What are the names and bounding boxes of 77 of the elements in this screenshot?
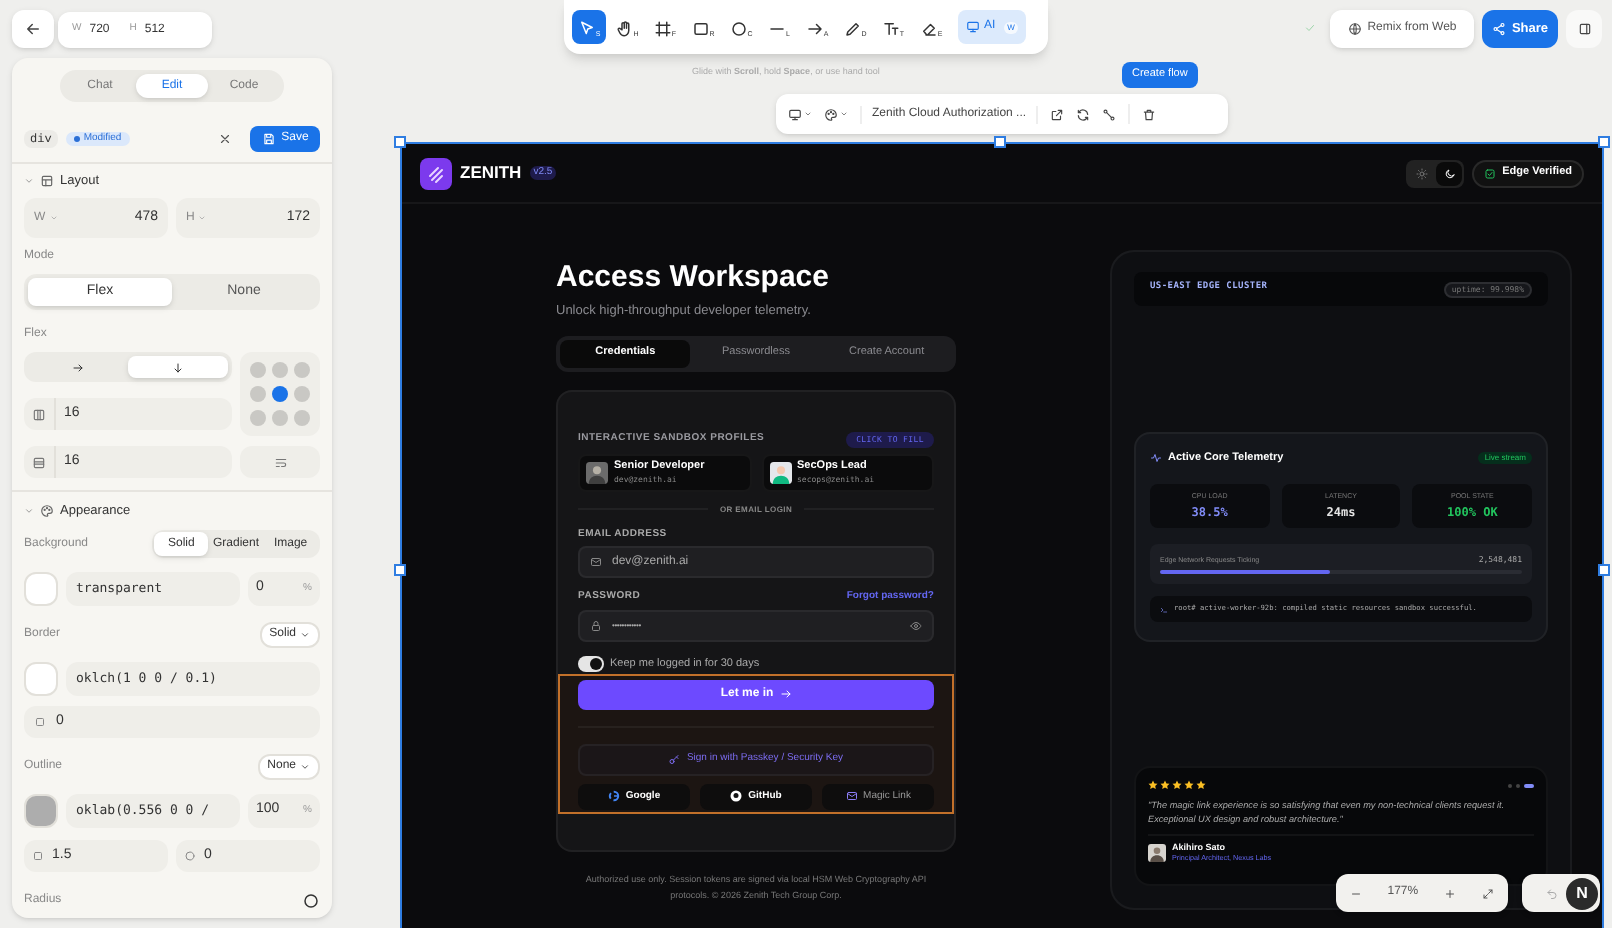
row-gap-icon [32,455,46,469]
shield-check-icon [1484,167,1497,179]
resize-handle[interactable] [994,136,1006,148]
pen-icon [843,20,862,38]
circle-icon [184,850,196,862]
key-icon [668,753,681,766]
refresh-icon [1076,107,1091,121]
rect-icon [691,20,710,38]
status-dot-icon [73,136,80,142]
check-icon [1304,22,1316,34]
eye-icon [910,619,922,631]
chevron-down-icon [24,176,34,186]
arrow-right-icon [72,361,84,373]
share-icon [1491,22,1506,36]
eraser-icon [919,20,938,38]
logo-icon [420,157,452,189]
avatar-icon [769,461,791,483]
ellipse-icon [729,20,748,38]
moon-icon [1443,167,1456,179]
arrow-down-icon [172,361,184,373]
resize-handle[interactable] [394,136,406,148]
remember-toggle[interactable] [578,655,604,672]
column-gap-icon [32,407,46,421]
user-avatar[interactable]: N [1566,877,1598,909]
zoom-in-icon [1444,887,1457,899]
back-arrow-icon [24,20,42,38]
chevron-down-icon [24,506,34,516]
arrow-icon [805,20,824,38]
fit-screen-icon [1482,887,1495,899]
resize-handle[interactable] [1598,136,1610,148]
color-swatch[interactable] [24,794,58,828]
terminal-prompt-icon [1160,605,1168,614]
square-icon [34,716,46,728]
github-icon [730,790,743,803]
page-title: Access Workspace [556,260,831,298]
mail-icon [845,790,858,803]
resize-handle[interactable] [1598,564,1610,576]
undo-icon [1546,887,1558,899]
wrap-icon [273,455,287,469]
chevron-down-icon [300,762,310,772]
frame-icon [653,20,672,38]
globe-icon [1347,22,1362,36]
wrap-button[interactable] [240,446,320,478]
avatar-icon [1148,843,1166,862]
external-link-icon [1050,107,1065,121]
brand-name: ZENITH [460,160,522,186]
text-icon [881,20,900,38]
avatar-icon [586,461,608,483]
radius-circle-icon [302,891,320,909]
save-icon [261,132,276,146]
panel-toggle-button[interactable] [1566,10,1602,48]
palette-icon [824,107,838,121]
back-button[interactable] [12,10,54,48]
theme-option[interactable] [1436,161,1463,185]
trash-icon [1142,107,1157,121]
resize-handle[interactable] [394,564,406,576]
select-icon [577,20,596,38]
zoom-out-icon [1349,887,1362,899]
pulse-icon [1150,452,1162,465]
color-swatch[interactable] [24,572,58,606]
chevron-down-icon [300,630,310,640]
arrow-right-icon [779,688,792,701]
flow-icon [1102,107,1117,121]
lock-icon [590,619,602,631]
mail-icon [590,556,602,568]
direction-option[interactable] [128,356,228,378]
layout-icon [40,174,54,188]
color-swatch[interactable] [24,662,58,696]
palette-icon [40,504,54,518]
panel-icon [1577,22,1591,36]
google-icon [607,790,620,803]
monitor-icon [788,107,802,121]
sun-icon [1415,167,1428,179]
monitor-icon [966,20,980,34]
square-icon [32,850,44,862]
close-icon [218,132,232,146]
hand-icon [615,20,634,38]
